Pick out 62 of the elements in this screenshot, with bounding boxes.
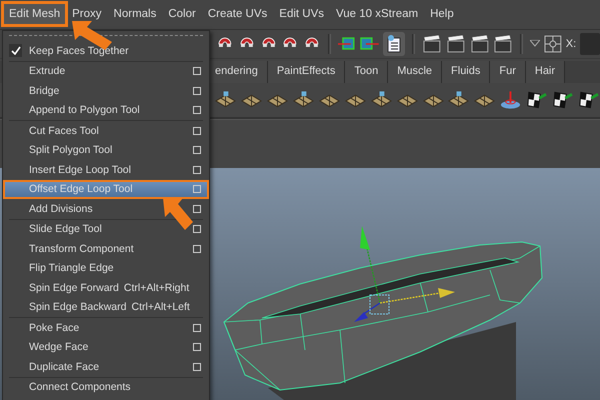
menu-title[interactable]: Proxy <box>67 4 107 24</box>
clapper-icon[interactable] <box>493 34 514 53</box>
axis-gizmo-drawing[interactable] <box>354 226 455 322</box>
shortcut-text: Ctrl+Alt+Left <box>131 301 190 314</box>
clapper-icon[interactable] <box>470 34 490 53</box>
menu-item[interactable]: Keep Faces Together <box>3 41 209 60</box>
check-icon <box>10 46 20 55</box>
shelf-tab[interactable]: Fluids <box>442 61 490 84</box>
menu-item[interactable]: Spin Edge Backward Ctrl+Alt+Left <box>3 298 209 317</box>
menu-item[interactable]: Transform Component <box>3 239 209 258</box>
option-box-icon[interactable] <box>193 343 201 352</box>
callout-arrow <box>163 198 193 230</box>
option-box-icon[interactable] <box>193 106 201 114</box>
dropdown-triangle-icon[interactable] <box>530 40 540 48</box>
x-label: X: <box>566 38 576 50</box>
menu-item[interactable]: Extrude <box>3 62 209 81</box>
option-box-icon[interactable] <box>193 225 201 234</box>
menu-item[interactable]: Wedge Face <box>3 338 209 357</box>
menu-item[interactable]: Connect Components <box>3 378 209 397</box>
menu-item[interactable]: Bridge <box>3 81 209 100</box>
menu-item[interactable]: Duplicate Face <box>3 357 209 376</box>
shelf-tab[interactable]: PaintEffects <box>268 61 346 84</box>
option-box-icon[interactable] <box>193 185 201 194</box>
option-box-icon[interactable] <box>193 67 201 76</box>
menu-item[interactable]: Split Polygon Tool <box>3 140 209 160</box>
clapper-icon[interactable] <box>446 34 466 53</box>
option-box-icon[interactable] <box>193 324 201 332</box>
menu-item[interactable]: Poke Face <box>3 318 209 338</box>
checkbox[interactable] <box>9 44 22 57</box>
menu-title[interactable]: Vue 10 xStream <box>331 4 424 24</box>
option-box-icon[interactable] <box>193 86 201 95</box>
menu-title[interactable]: Normals <box>108 4 162 24</box>
option-box-icon[interactable] <box>193 244 201 253</box>
shelf-tab[interactable]: Fur <box>490 61 526 84</box>
option-box-icon[interactable] <box>193 146 201 154</box>
menu-item[interactable]: Add Divisions <box>3 199 209 218</box>
menu-item[interactable]: Slide Edge Tool <box>3 220 209 239</box>
option-box-icon[interactable] <box>193 204 201 213</box>
shortcut-text: Ctrl+Alt+Right <box>124 282 190 294</box>
document-icon <box>386 34 402 53</box>
menu-item[interactable]: Spin Edge Forward Ctrl+Alt+Right <box>3 278 209 298</box>
box-arrow-icon[interactable] <box>360 36 380 52</box>
option-box-icon[interactable] <box>193 362 201 371</box>
menu-item[interactable]: Flip Triangle Edge <box>3 258 209 278</box>
menu-title[interactable]: Edit Mesh <box>4 4 66 24</box>
option-box-icon[interactable] <box>193 166 201 174</box>
menu-title[interactable]: Edit UVs <box>274 4 330 24</box>
shelf-tab[interactable]: Muscle <box>388 61 442 84</box>
option-box-icon[interactable] <box>193 126 201 135</box>
menu-item[interactable]: Cut Faces Tool <box>3 121 209 140</box>
box-arrow-icon[interactable] <box>338 36 356 52</box>
render-window-icon[interactable] <box>422 34 442 53</box>
menu-item[interactable]: Insert Edge Loop Tool <box>3 160 209 180</box>
shelf-tab[interactable]: Hair <box>526 61 566 84</box>
x-input-field[interactable] <box>580 32 600 55</box>
menu-item[interactable]: Append to Polygon Tool <box>3 100 209 120</box>
menu-title[interactable]: Create UVs <box>202 4 272 24</box>
document-toggle[interactable] <box>383 32 406 56</box>
shelf-tab[interactable]: Toon <box>345 61 388 84</box>
menu-title[interactable]: Color <box>163 4 201 24</box>
menu-title[interactable]: Help <box>425 4 459 24</box>
crosshair-icon[interactable] <box>544 34 562 53</box>
